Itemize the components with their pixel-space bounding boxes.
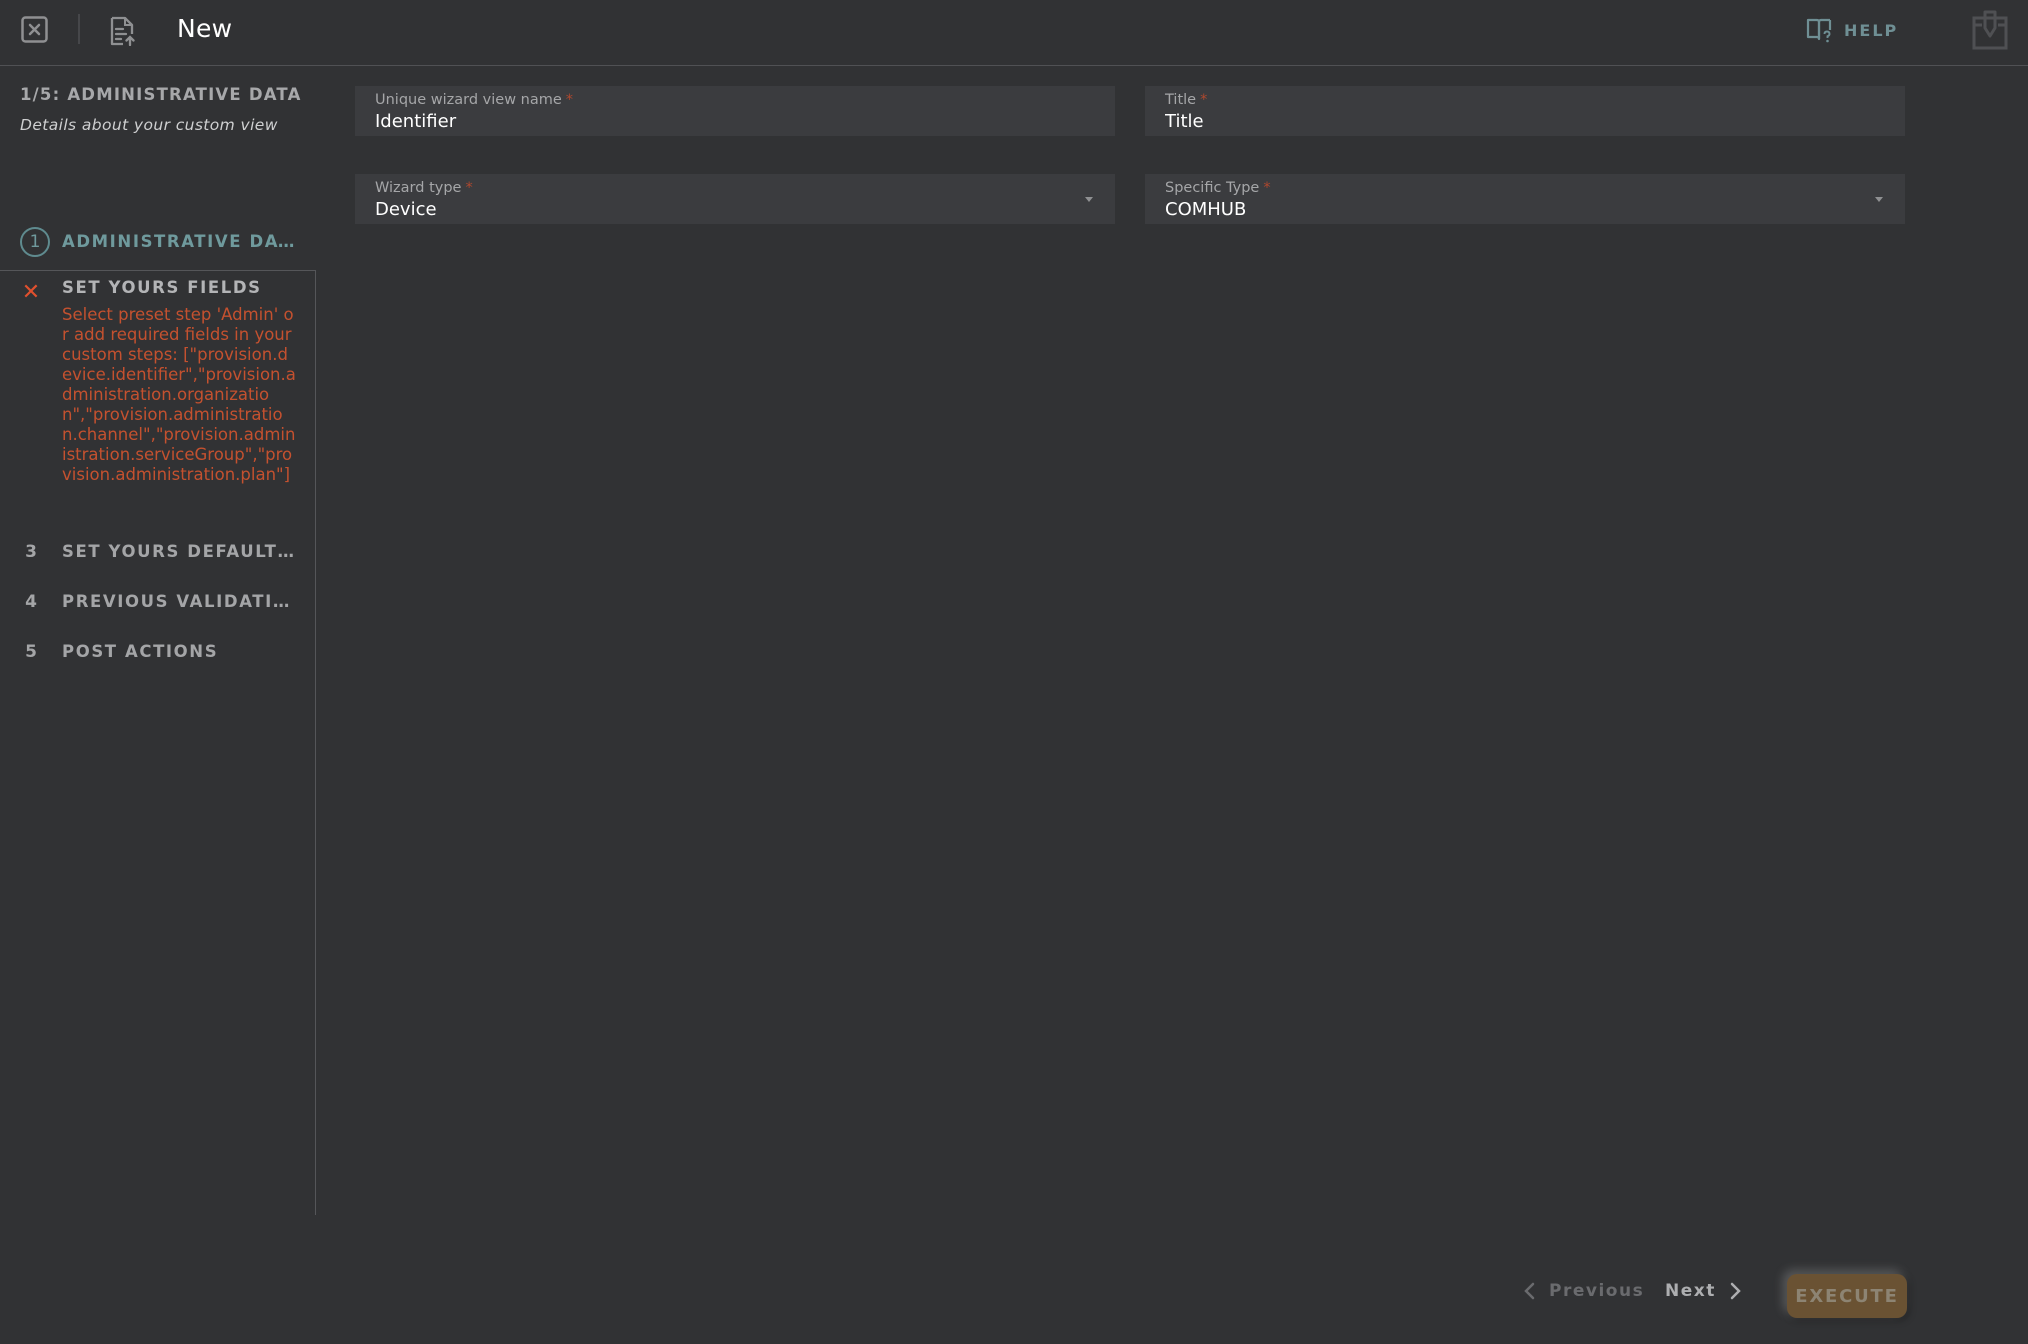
specific-type-select[interactable]: Specific Type * COMHUB [1145,174,1905,224]
field-label: Title * [1165,92,1208,108]
field-label: Wizard type * [375,180,473,196]
error-x-icon: ✕ [21,280,41,305]
specific-type-value: COMHUB [1165,199,1247,220]
step-error-message: Select preset step 'Admin' or add requir… [62,305,296,484]
top-bar: New HELP [0,0,2028,66]
step-label: PREVIOUS VALIDATIONS [62,592,300,611]
step-label: SET YOURS DEFAULT VALUES [62,542,300,561]
title-field[interactable]: Title * [1145,86,1905,136]
sidebar-header: 1/5: ADMINISTRATIVE DATA Details about y… [20,85,302,134]
steps-list: 1 ADMINISTRATIVE DATA ✕ SET YOURS FIELDS… [0,226,316,1215]
save-tray-icon[interactable] [1969,10,2011,50]
chevron-right-icon [1730,1282,1741,1300]
field-label: Specific Type * [1165,180,1271,196]
step-number: 4 [25,592,37,612]
step-subtitle: Details about your custom view [20,116,278,134]
step-counter: 1/5: ADMINISTRATIVE DATA [20,85,302,104]
unique-name-input[interactable] [375,111,1095,132]
step-label: POST ACTIONS [62,642,219,661]
step-label: ADMINISTRATIVE DATA [62,232,300,251]
step-administrative-data[interactable]: 1 ADMINISTRATIVE DATA [0,226,316,270]
execute-button[interactable]: EXECUTE [1787,1274,1907,1318]
step-number: 3 [25,542,37,562]
close-icon[interactable] [21,16,48,43]
previous-label: Previous [1549,1281,1645,1301]
header-divider [78,14,80,44]
chevron-down-icon[interactable] [1875,197,1883,202]
page-title: New [177,14,233,43]
wizard-type-value: Device [375,199,437,220]
step-number: 5 [25,642,37,662]
step-previous-validations[interactable]: 4 PREVIOUS VALIDATIONS [0,592,316,612]
wizard-type-select[interactable]: Wizard type * Device [355,174,1115,224]
help-button[interactable]: HELP [1806,15,1898,45]
next-label: Next [1665,1281,1716,1301]
unique-name-field[interactable]: Unique wizard view name * [355,86,1115,136]
step-set-default-values[interactable]: 3 SET YOURS DEFAULT VALUES [0,542,316,562]
help-label: HELP [1844,20,1899,40]
chevron-down-icon[interactable] [1085,197,1093,202]
chevron-left-icon [1524,1282,1535,1300]
document-upload-icon [110,16,135,46]
book-question-icon [1806,18,1832,43]
step-set-yours-fields[interactable]: ✕ SET YOURS FIELDS Select preset step 'A… [0,278,316,485]
title-input[interactable] [1165,111,1885,132]
step-post-actions[interactable]: 5 POST ACTIONS [0,642,316,662]
field-label: Unique wizard view name * [375,92,574,108]
step-number-circle: 1 [20,227,50,257]
step-label: SET YOURS FIELDS [62,278,262,297]
previous-button[interactable]: Previous [1524,1281,1644,1301]
next-button[interactable]: Next [1665,1281,1741,1301]
